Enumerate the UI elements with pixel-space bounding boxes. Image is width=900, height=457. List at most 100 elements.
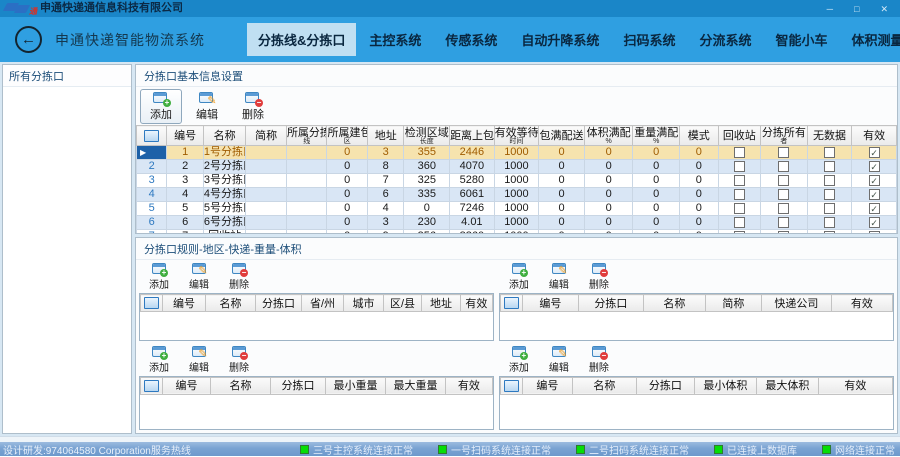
cell[interactable] (246, 174, 287, 188)
tab-2[interactable]: 传感系统 (434, 23, 508, 56)
table-row[interactable]: ▶11号分拣口03355244610000000✓ (137, 146, 897, 160)
checkbox-checked[interactable]: ✓ (869, 217, 880, 228)
checkbox-unchecked[interactable] (778, 231, 789, 233)
volume-empty-body[interactable] (500, 395, 893, 429)
tab-7[interactable]: 体积测量系统 (840, 23, 900, 56)
checkbox-cell[interactable]: ✓ (852, 188, 897, 202)
checkbox-unchecked[interactable] (824, 203, 835, 214)
cell[interactable] (286, 188, 327, 202)
cell[interactable]: 230 (404, 216, 450, 230)
checkbox-unchecked[interactable] (734, 189, 745, 200)
row-selector-cell[interactable]: 4 (137, 188, 167, 202)
checkbox-unchecked[interactable] (824, 175, 835, 186)
column-header[interactable]: 编号 (522, 295, 578, 312)
weight-empty-body[interactable] (140, 395, 493, 429)
checkbox-cell[interactable] (761, 174, 808, 188)
checkbox-cell[interactable]: ✓ (852, 216, 897, 230)
checkbox-checked[interactable]: ✓ (869, 175, 880, 186)
checkbox-cell[interactable] (807, 202, 852, 216)
delete-button[interactable]: −删除 (221, 261, 257, 292)
row-selector-cell[interactable]: 6 (137, 216, 167, 230)
checkbox-cell[interactable]: ✓ (852, 202, 897, 216)
cell[interactable]: 0 (539, 160, 585, 174)
cell[interactable]: 0 (584, 188, 633, 202)
cell[interactable] (286, 174, 327, 188)
checkbox-cell[interactable]: ✓ (852, 160, 897, 174)
checkbox-cell[interactable]: ✓ (852, 174, 897, 188)
cell[interactable]: 4 (167, 188, 203, 202)
add-button[interactable]: +添加 (141, 261, 177, 292)
checkbox-cell[interactable] (807, 188, 852, 202)
checkbox-cell[interactable] (718, 174, 761, 188)
checkbox-cell[interactable]: ✓ (852, 230, 897, 234)
column-header[interactable]: 城市 (344, 295, 384, 312)
checkbox-cell[interactable] (718, 160, 761, 174)
cell[interactable]: 3 (167, 174, 203, 188)
cell[interactable]: 6号分拣口 (203, 216, 246, 230)
cell[interactable]: 0 (327, 202, 368, 216)
column-header[interactable]: 名称 (211, 377, 271, 394)
cell[interactable]: 8860 (450, 230, 495, 234)
cell[interactable]: 2 (167, 160, 203, 174)
cell[interactable]: 0 (633, 160, 680, 174)
add-button[interactable]: +添加 (501, 344, 537, 375)
column-header[interactable]: 名称 (572, 377, 636, 394)
row-selector-cell[interactable]: 5 (137, 202, 167, 216)
checkbox-cell[interactable] (761, 188, 808, 202)
cell[interactable]: 1000 (494, 174, 539, 188)
cell[interactable]: 3 (368, 146, 404, 160)
cell[interactable] (286, 146, 327, 160)
cell[interactable]: 355 (404, 146, 450, 160)
table-row[interactable]: 77回收站09356886010000000✓ (137, 230, 897, 234)
cell[interactable]: 2号分拣口 (203, 160, 246, 174)
checkbox-unchecked[interactable] (778, 203, 789, 214)
select-all-header[interactable] (500, 377, 522, 394)
checkbox-unchecked[interactable] (734, 203, 745, 214)
column-header[interactable]: 区/县 (384, 295, 422, 312)
cell[interactable]: 325 (404, 174, 450, 188)
checkbox-unchecked[interactable] (778, 147, 789, 158)
delete-button[interactable]: −删除 (221, 344, 257, 375)
cell[interactable]: 1000 (494, 146, 539, 160)
cell[interactable] (246, 216, 287, 230)
checkbox-unchecked[interactable] (734, 231, 745, 233)
table-row[interactable]: 666号分拣口032304.0110000000✓ (137, 216, 897, 230)
cell[interactable]: 0 (584, 160, 633, 174)
column-header[interactable]: 省/州 (302, 295, 344, 312)
checkbox-cell[interactable] (761, 216, 808, 230)
row-selector-cell[interactable]: 7 (137, 230, 167, 234)
checkbox-unchecked[interactable] (824, 147, 835, 158)
cell[interactable]: 回收站 (203, 230, 246, 234)
table-row[interactable]: 444号分拣口06335606110000000✓ (137, 188, 897, 202)
select-all-header[interactable] (141, 377, 163, 394)
cell[interactable]: 0 (327, 188, 368, 202)
cell[interactable]: 0 (539, 146, 585, 160)
column-header[interactable]: 编号 (163, 377, 211, 394)
cell[interactable]: 0 (680, 174, 719, 188)
checkbox-unchecked[interactable] (778, 189, 789, 200)
column-header[interactable]: 分拣口 (271, 377, 326, 394)
cell[interactable]: 0 (584, 202, 633, 216)
column-header[interactable]: 距离上包 (450, 126, 495, 146)
checkbox-cell[interactable] (718, 146, 761, 160)
cell[interactable]: 0 (327, 216, 368, 230)
checkbox-unchecked[interactable] (778, 161, 789, 172)
maximize-button[interactable]: □ (854, 4, 859, 14)
column-header[interactable]: 包满配送 (539, 126, 585, 146)
cell[interactable]: 0 (584, 174, 633, 188)
column-header[interactable]: 名称 (643, 295, 705, 312)
cell[interactable]: 0 (680, 216, 719, 230)
column-header[interactable]: 最大体积 (756, 377, 818, 394)
region-empty-body[interactable] (140, 312, 493, 340)
add-button[interactable]: +添加 (501, 261, 537, 292)
checkbox-cell[interactable] (718, 216, 761, 230)
cell[interactable]: 1000 (494, 202, 539, 216)
column-header[interactable]: 有效 (461, 295, 493, 312)
cell[interactable]: 1000 (494, 230, 539, 234)
cell[interactable]: 0 (404, 202, 450, 216)
tab-1[interactable]: 主控系统 (358, 23, 432, 56)
cell[interactable]: 5号分拣口 (203, 202, 246, 216)
cell[interactable]: 5 (167, 202, 203, 216)
checkbox-cell[interactable] (807, 174, 852, 188)
column-header[interactable]: 重量满配% (633, 126, 680, 146)
